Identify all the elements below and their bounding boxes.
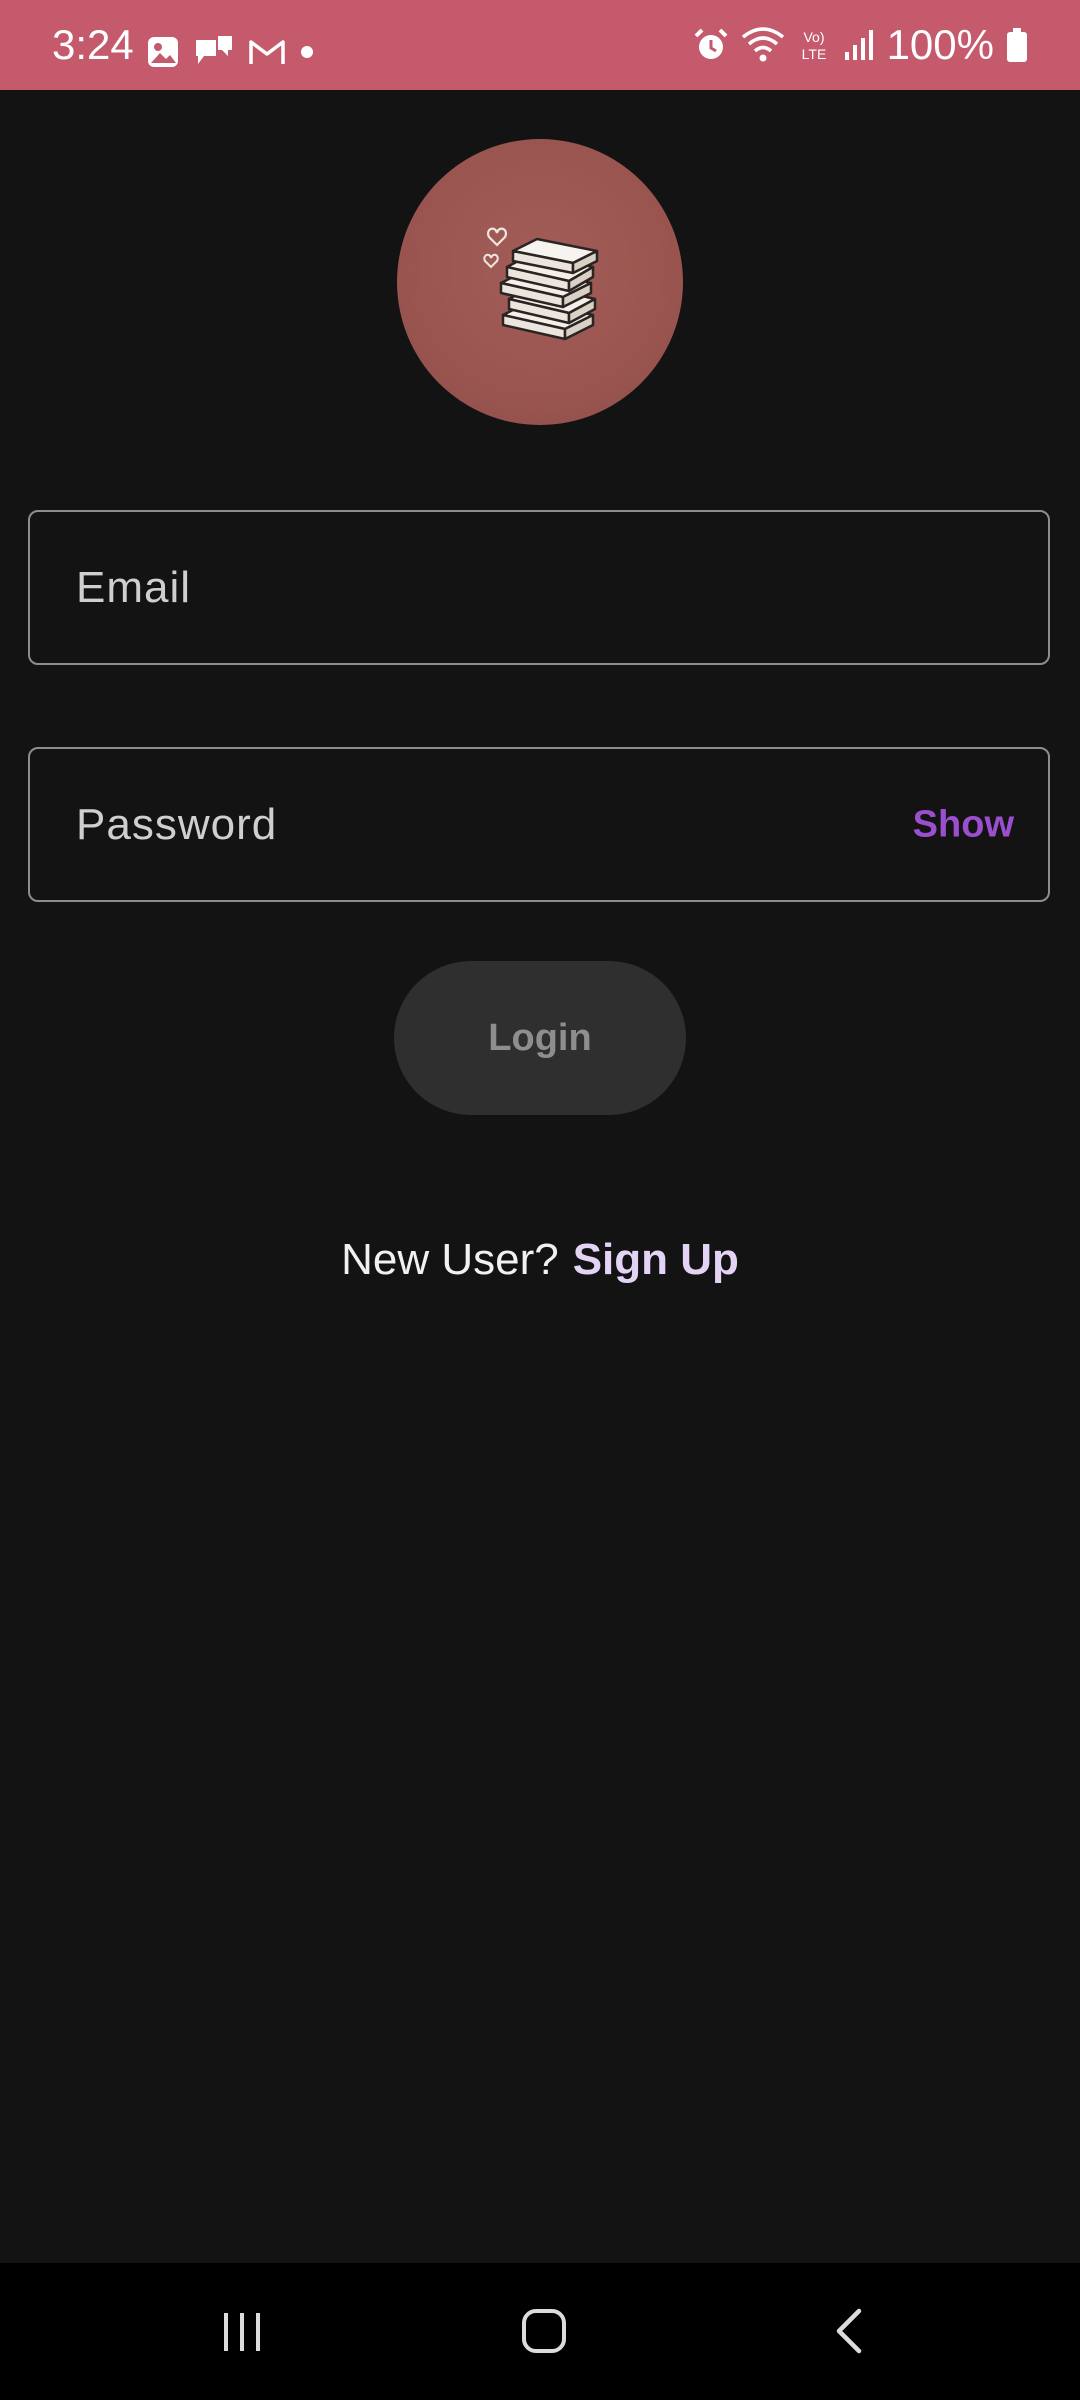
- svg-text:Vo): Vo): [803, 29, 824, 45]
- signup-row: New User? Sign Up: [0, 1230, 1080, 1290]
- show-password-toggle[interactable]: Show: [913, 803, 1014, 846]
- gallery-icon: [146, 35, 194, 69]
- home-button[interactable]: [464, 2263, 624, 2400]
- back-icon: [836, 2308, 862, 2354]
- login-screen: 3:24 Vo) LTE 100% Email Password Show Lo…: [0, 0, 1080, 2400]
- signup-link[interactable]: Sign Up: [573, 1235, 739, 1284]
- dot-icon: [300, 45, 328, 59]
- wifi-icon: [729, 27, 785, 63]
- volte-icon: Vo) LTE: [785, 27, 831, 63]
- status-time: 3:24: [52, 21, 134, 68]
- battery-icon: [994, 27, 1028, 63]
- signal-icon: [831, 28, 875, 62]
- back-button[interactable]: [767, 2263, 927, 2400]
- gmail-icon: [248, 37, 300, 67]
- navigation-bar: [0, 2263, 1080, 2400]
- app-logo: [397, 139, 683, 425]
- email-placeholder: Email: [76, 562, 192, 612]
- login-label: Login: [488, 1016, 592, 1059]
- chat-icon: [194, 34, 248, 70]
- password-placeholder: Password: [76, 799, 278, 849]
- home-icon: [522, 2309, 566, 2353]
- email-field[interactable]: Email: [28, 510, 1050, 665]
- recents-button[interactable]: [162, 2263, 322, 2400]
- system-icons: Vo) LTE 100%: [681, 22, 1028, 68]
- alarm-icon: [681, 27, 729, 63]
- recents-icon: [224, 2313, 260, 2351]
- books-icon: [483, 227, 599, 341]
- login-button[interactable]: Login: [394, 961, 686, 1115]
- signup-prompt: New User?: [341, 1235, 559, 1284]
- svg-text:LTE: LTE: [801, 46, 826, 62]
- battery-percent: 100%: [886, 21, 994, 68]
- notification-icons: [146, 32, 328, 72]
- password-field[interactable]: Password Show: [28, 747, 1050, 902]
- status-bar: 3:24 Vo) LTE 100%: [0, 0, 1080, 90]
